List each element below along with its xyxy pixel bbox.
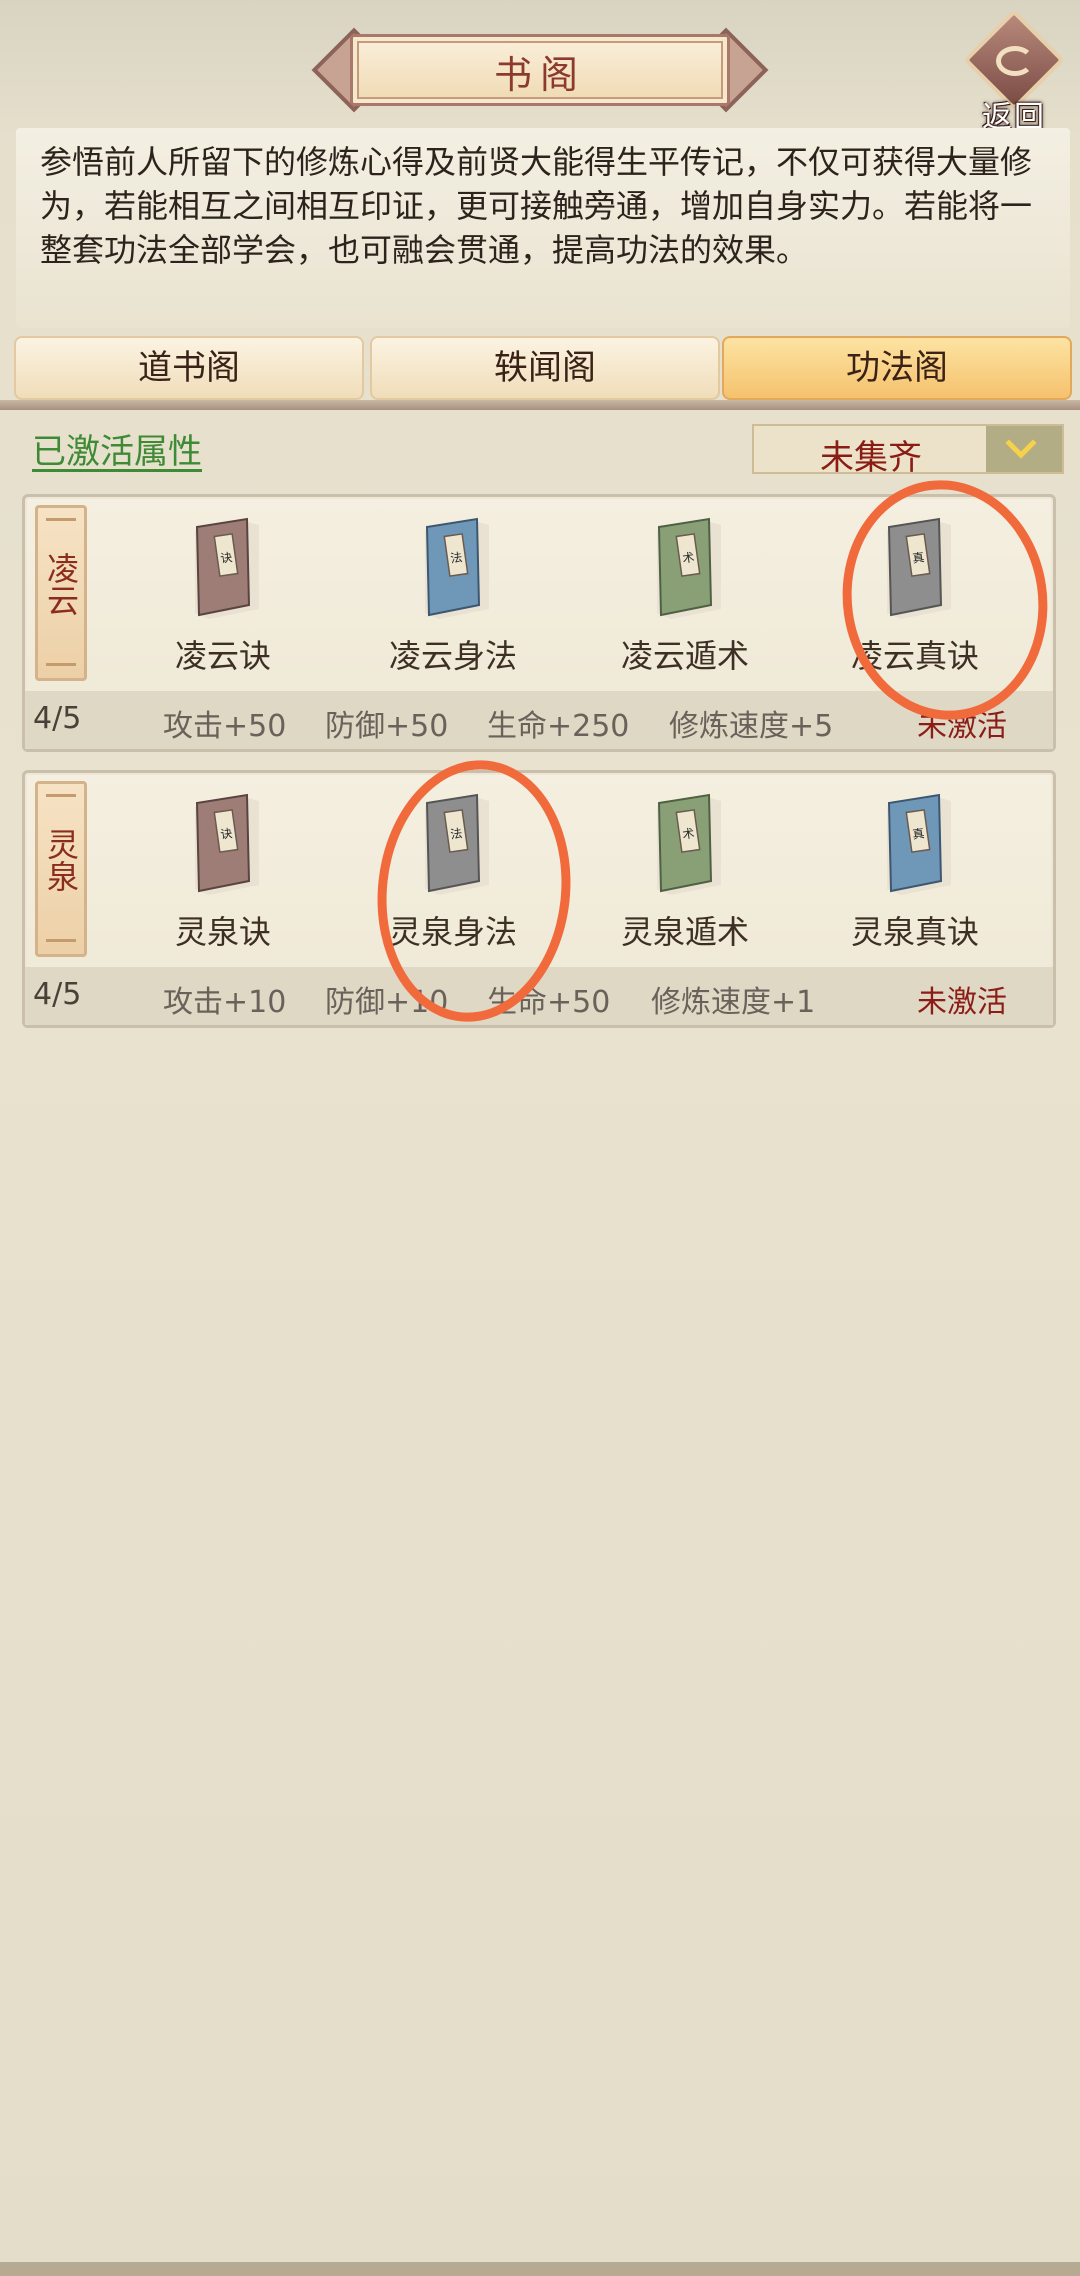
book-icon: 法 <box>425 517 489 619</box>
tab-bar: 道书阁 轶闻阁 功法阁 <box>14 336 1072 402</box>
back-button[interactable]: 返回 <box>962 9 1066 135</box>
set-card-lingquan: 灵泉 诀 灵泉诀 法 灵泉身法 术 灵泉遁术 真 灵泉真诀 4/5 攻击+10 … <box>22 770 1056 1028</box>
svg-text:术: 术 <box>681 550 695 566</box>
set-name-tag: 灵泉 <box>35 781 87 957</box>
stat-hp: 生命+50 <box>487 985 611 1020</box>
book-label: 灵泉遁术 <box>620 913 749 951</box>
tab-yiwen[interactable]: 轶闻阁 <box>370 336 720 400</box>
tab-daoshu[interactable]: 道书阁 <box>14 336 364 400</box>
svg-text:真: 真 <box>911 826 925 842</box>
stat-defense: 防御+10 <box>325 985 449 1020</box>
book-icon: 法 <box>425 793 489 895</box>
intro-panel: 参悟前人所留下的修炼心得及前贤大能得生平传记，不仅可获得大量修为，若能相互之间相… <box>16 128 1070 328</box>
tab-divider <box>0 400 1080 410</box>
stat-defense: 防御+50 <box>325 709 449 744</box>
book-icon: 诀 <box>195 517 259 619</box>
book-icon: 真 <box>887 793 951 895</box>
set-stats-bar: 4/5 攻击+50 防御+50 生命+250 修炼速度+5 未激活 <box>25 691 1053 749</box>
dropdown-value: 未集齐 <box>820 438 922 478</box>
book-item[interactable]: 法 凌云身法 <box>353 517 553 687</box>
set-card-lingyun: 凌云 诀 凌云诀 法 凌云身法 术 凌云遁术 真 凌云真诀 4/5 攻击+50 … <box>22 494 1056 752</box>
svg-text:诀: 诀 <box>219 826 233 842</box>
book-label: 凌云诀 <box>174 637 271 675</box>
status-badge: 未激活 <box>917 709 1007 744</box>
book-label: 凌云遁术 <box>620 637 749 675</box>
svg-text:法: 法 <box>449 826 463 842</box>
title-plaque: 书阁 <box>311 27 769 113</box>
set-name-tag: 凌云 <box>35 505 87 681</box>
stat-attack: 攻击+50 <box>163 709 287 744</box>
book-label: 灵泉诀 <box>174 913 271 951</box>
book-icon: 诀 <box>195 793 259 895</box>
set-stats-bar: 4/5 攻击+10 防御+10 生命+50 修炼速度+1 未激活 <box>25 967 1053 1025</box>
stat-hp: 生命+250 <box>487 709 630 744</box>
tab-gongfa[interactable]: 功法阁 <box>722 336 1072 400</box>
set-name: 凌云 <box>42 552 80 616</box>
book-label: 灵泉身法 <box>388 913 517 951</box>
intro-text: 参悟前人所留下的修炼心得及前贤大能得生平传记，不仅可获得大量修为，若能相互之间相… <box>40 143 1033 269</box>
book-item[interactable]: 法 灵泉身法 <box>353 793 553 963</box>
header: 书阁 返回 <box>0 0 1080 135</box>
book-item[interactable]: 真 灵泉真诀 <box>815 793 1015 963</box>
stat-cultivation-speed: 修炼速度+1 <box>651 985 816 1020</box>
book-icon: 术 <box>657 517 721 619</box>
stat-attack: 攻击+10 <box>163 985 287 1020</box>
book-label: 凌云真诀 <box>850 637 979 675</box>
book-item[interactable]: 诀 灵泉诀 <box>123 793 323 963</box>
book-item[interactable]: 术 灵泉遁术 <box>585 793 785 963</box>
book-icon: 术 <box>657 793 721 895</box>
chevron-down-icon[interactable] <box>986 426 1062 472</box>
book-label: 灵泉真诀 <box>850 913 979 951</box>
activated-attributes-link[interactable]: 已激活属性 <box>32 424 202 473</box>
collection-count: 4/5 <box>33 977 82 1012</box>
svg-text:真: 真 <box>911 550 925 566</box>
collection-filter-dropdown[interactable]: 未集齐 <box>752 424 1064 478</box>
collection-count: 4/5 <box>33 701 82 736</box>
book-label: 凌云身法 <box>388 637 517 675</box>
svg-text:诀: 诀 <box>219 550 233 566</box>
book-item[interactable]: 术 凌云遁术 <box>585 517 785 687</box>
stat-cultivation-speed: 修炼速度+5 <box>669 709 834 744</box>
book-icon: 真 <box>887 517 951 619</box>
book-item[interactable]: 真 凌云真诀 <box>815 517 1015 687</box>
page-title: 书阁 <box>493 53 586 97</box>
status-badge: 未激活 <box>917 985 1007 1020</box>
back-swirl-icon <box>996 46 1034 76</box>
svg-text:法: 法 <box>449 550 463 566</box>
svg-text:术: 术 <box>681 826 695 842</box>
set-name: 灵泉 <box>42 828 80 892</box>
book-item[interactable]: 诀 凌云诀 <box>123 517 323 687</box>
